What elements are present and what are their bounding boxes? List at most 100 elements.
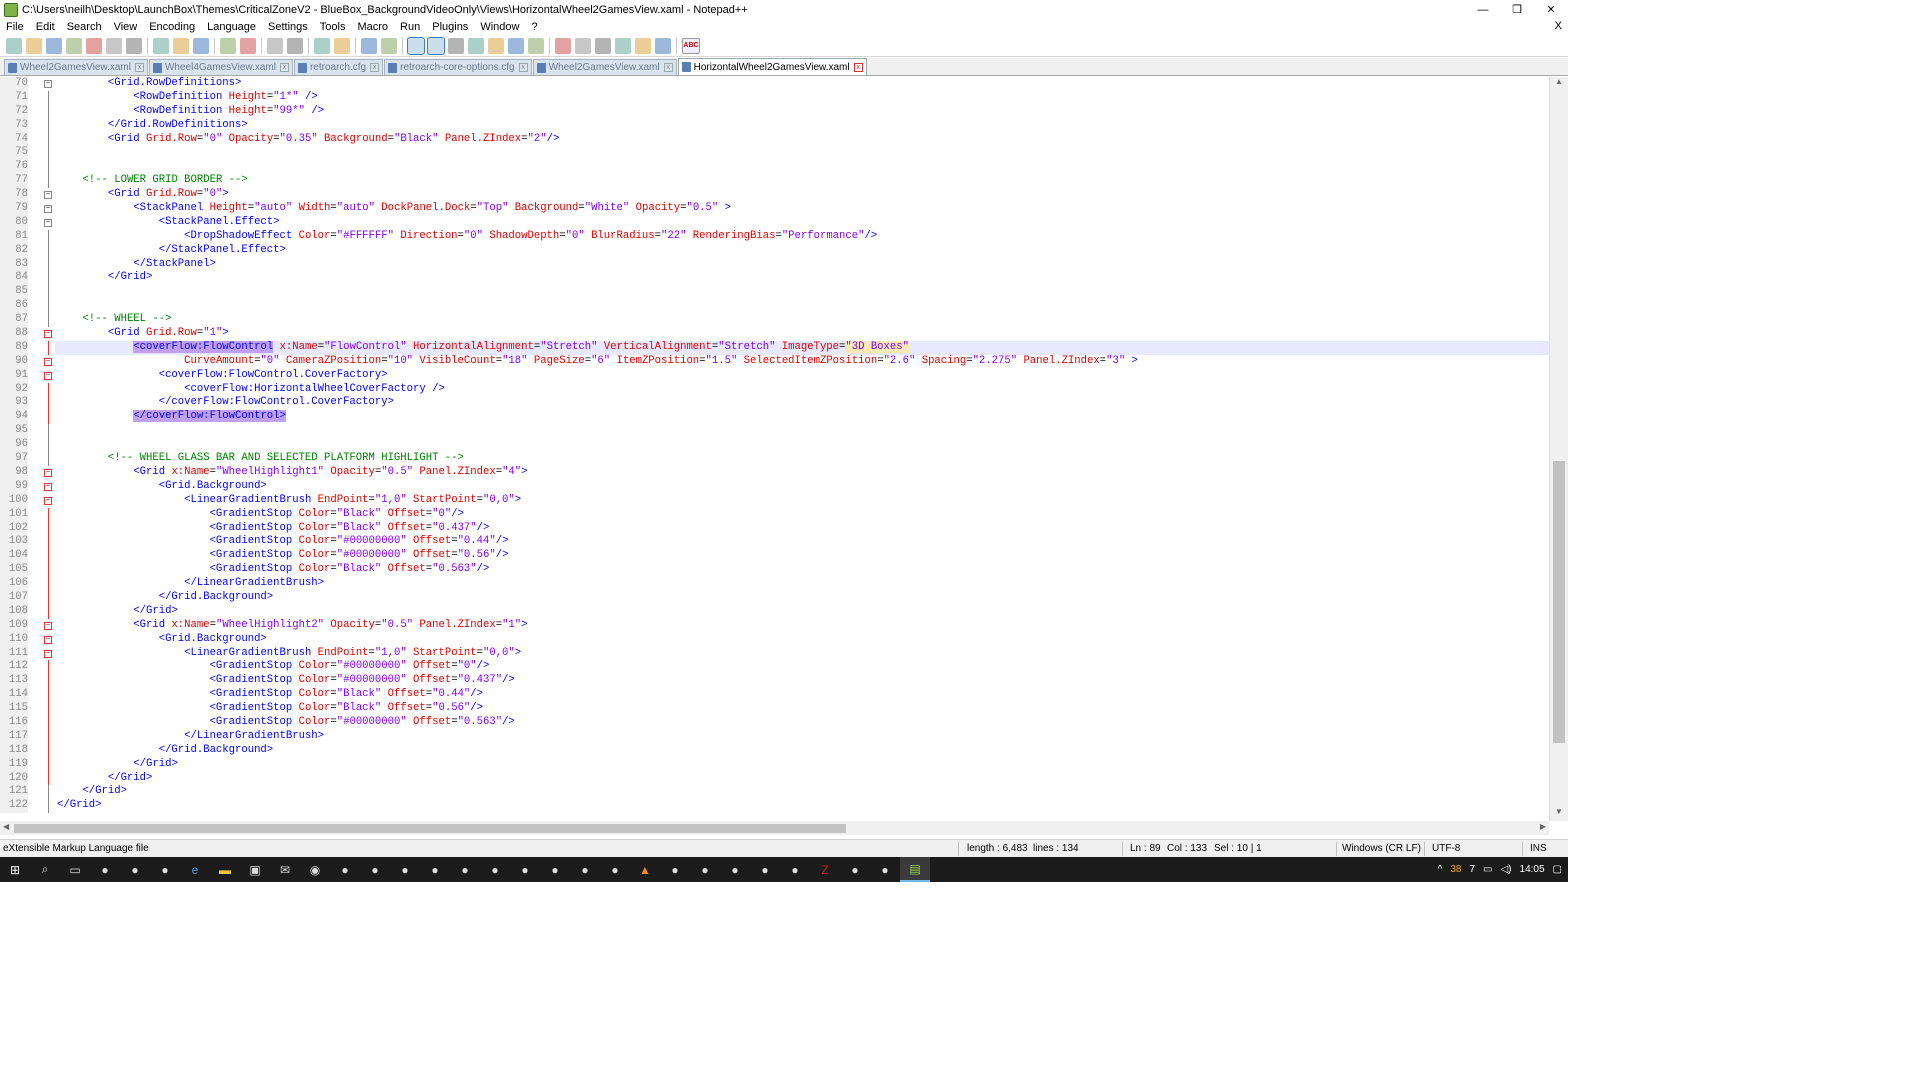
scroll-down-icon[interactable]: ▼ [1550,807,1568,821]
fold-marker[interactable]: − [44,77,52,91]
close-icon[interactable] [86,37,102,54]
code-line[interactable]: 99 − <Grid.Background> [0,479,1549,494]
fold-marker[interactable]: − [44,619,52,633]
menu-language[interactable]: Language [201,21,262,33]
tab-close-icon[interactable]: x [279,63,289,72]
taskbar-steam-icon[interactable]: ◉ [300,857,330,882]
code-line[interactable]: 120 </Grid> [0,771,1549,786]
fold-marker[interactable]: − [44,188,52,202]
fold-collapse-icon[interactable]: − [44,482,52,491]
minimize-button[interactable]: — [1466,0,1500,19]
network-icon[interactable]: ▭ [1483,864,1492,875]
code-line[interactable]: 108 </Grid> [0,604,1549,619]
code-line[interactable]: 122 </Grid> [0,799,1549,814]
code-line[interactable]: 111 − <LinearGradientBrush EndPoint="1,0"… [0,646,1549,661]
menu-macro[interactable]: Macro [351,21,394,33]
code-line[interactable]: 115 <GradientStop Color="Black" Offset="… [0,702,1549,716]
code-line[interactable]: 95 [0,424,1549,439]
fold-collapse-icon[interactable]: − [44,330,52,339]
taskbar-app-18-icon[interactable]: ● [780,857,810,882]
code-line[interactable]: 102 <GradientStop Color="Black" Offset="… [0,521,1549,536]
scroll-left-icon[interactable]: ◀ [3,822,9,831]
fold-collapse-icon[interactable]: − [44,649,52,658]
menu-edit[interactable]: Edit [30,21,61,33]
fold-collapse-icon[interactable]: − [44,496,52,505]
code-line[interactable]: 100 − <LinearGradientBrush EndPoint="1,0"… [0,493,1549,508]
fold-collapse-icon[interactable]: − [44,357,52,366]
save-macro-icon[interactable] [655,37,671,54]
vertical-scrollbar[interactable]: ▲ ▼ [1549,77,1568,821]
horizontal-scroll-thumb[interactable] [14,824,846,833]
fold-marker[interactable]: − [44,355,52,369]
tab-wheel2gamesview-xaml[interactable]: Wheel2GamesView.xaml x [532,59,677,75]
cut-icon[interactable] [153,37,169,54]
taskbar-app-19-icon[interactable]: ● [840,857,870,882]
code-line[interactable]: 107 </Grid.Background> [0,590,1549,605]
redo-icon[interactable] [240,37,256,54]
taskbar-app-11-icon[interactable]: ● [540,857,570,882]
code-line[interactable]: 96 [0,438,1549,453]
word-wrap-icon[interactable] [407,36,425,55]
code-line[interactable]: 73 </Grid.RowDefinitions> [0,118,1549,133]
taskbar-app-4-icon[interactable]: ● [330,857,360,882]
taskbar-app-20-icon[interactable]: ● [870,857,900,882]
taskbar-task-view-icon[interactable]: ▭ [60,857,90,882]
taskbar-app-9-icon[interactable]: ● [480,857,510,882]
fold-collapse-icon[interactable]: − [44,205,52,214]
code-line[interactable]: 112 <GradientStop Color="#00000000" Offs… [0,660,1549,675]
fold-collapse-icon[interactable]: − [44,80,52,88]
taskbar-app-17-icon[interactable]: ● [750,857,780,882]
taskbar-app-5-icon[interactable]: ● [360,857,390,882]
code-line[interactable]: 82 </StackPanel.Effect> [0,243,1549,258]
fold-collapse-icon[interactable]: − [44,635,52,644]
undo-icon[interactable] [220,37,236,54]
taskbar-app-15-icon[interactable]: ● [690,857,720,882]
code-line[interactable]: 75 [0,146,1549,161]
tab-close-icon[interactable]: x [134,63,144,72]
open-icon[interactable] [26,37,42,54]
folder-workspace-icon[interactable] [528,37,544,54]
udl-icon[interactable] [468,37,484,54]
code-line[interactable]: 84 </Grid> [0,271,1549,286]
taskbar-filezilla-icon[interactable]: Z [810,857,840,882]
doc-map-icon[interactable] [488,37,504,54]
code-line[interactable]: 85 [0,285,1549,300]
volume-icon[interactable]: ◁) [1500,864,1511,875]
code-line[interactable]: 98 − <Grid x:Name="WheelHighlight1" Opaci… [0,465,1549,480]
fold-marker[interactable]: − [44,216,52,230]
menu-settings[interactable]: Settings [262,21,314,33]
taskbar-app-7-icon[interactable]: ● [420,857,450,882]
tab-close-icon[interactable]: x [663,63,673,72]
fold-collapse-icon[interactable]: − [44,468,52,477]
code-line[interactable]: 79 − <StackPanel Height="auto" Width="aut… [0,202,1549,216]
code-line[interactable]: 101 <GradientStop Color="Black" Offset="… [0,507,1549,522]
code-line[interactable]: 87 <!-- WHEEL --> [0,313,1549,328]
replace-icon[interactable] [287,37,303,54]
close-all-icon[interactable] [106,37,122,54]
fold-marker[interactable]: − [44,202,52,216]
taskbar-notepadpp-icon[interactable]: ▤ [900,857,930,882]
taskbar-store-icon[interactable]: ▣ [240,857,270,882]
taskbar-app-8-icon[interactable]: ● [450,857,480,882]
sync-h-icon[interactable] [381,37,397,54]
zoom-out-icon[interactable] [334,37,350,54]
code-line[interactable]: 71 <RowDefinition Height="1*" /> [0,90,1549,105]
code-editor[interactable]: 70− <Grid.RowDefinitions> 71 <RowDefiniti… [0,77,1549,821]
menu-run[interactable]: Run [394,21,426,33]
code-line[interactable]: 109 − <Grid x:Name="WheelHighlight2" Opac… [0,618,1549,633]
menu-window[interactable]: Window [474,21,525,33]
code-line[interactable]: 105 <GradientStop Color="Black" Offset="… [0,563,1549,578]
taskbar-explorer-icon[interactable]: ▬ [210,857,240,882]
code-line[interactable]: 78 − <Grid Grid.Row="0"> [0,188,1549,203]
code-line[interactable]: 88 − <Grid Grid.Row="1"> [0,327,1549,341]
taskbar-app-10-icon[interactable]: ● [510,857,540,882]
run-macro-multiple-icon[interactable] [635,37,651,54]
code-line[interactable]: 90 − CurveAmount="0" CameraZPosition="10"… [0,354,1549,369]
code-line[interactable]: 72 <RowDefinition Height="99*" /> [0,104,1549,119]
taskbar-app-2-icon[interactable]: ● [120,857,150,882]
maximize-button[interactable]: ❐ [1500,0,1534,19]
zoom-in-icon[interactable] [314,37,330,54]
menu-search[interactable]: Search [61,21,108,33]
code-line[interactable]: 80 − <StackPanel.Effect> [0,215,1549,230]
fold-collapse-icon[interactable]: − [44,191,52,200]
